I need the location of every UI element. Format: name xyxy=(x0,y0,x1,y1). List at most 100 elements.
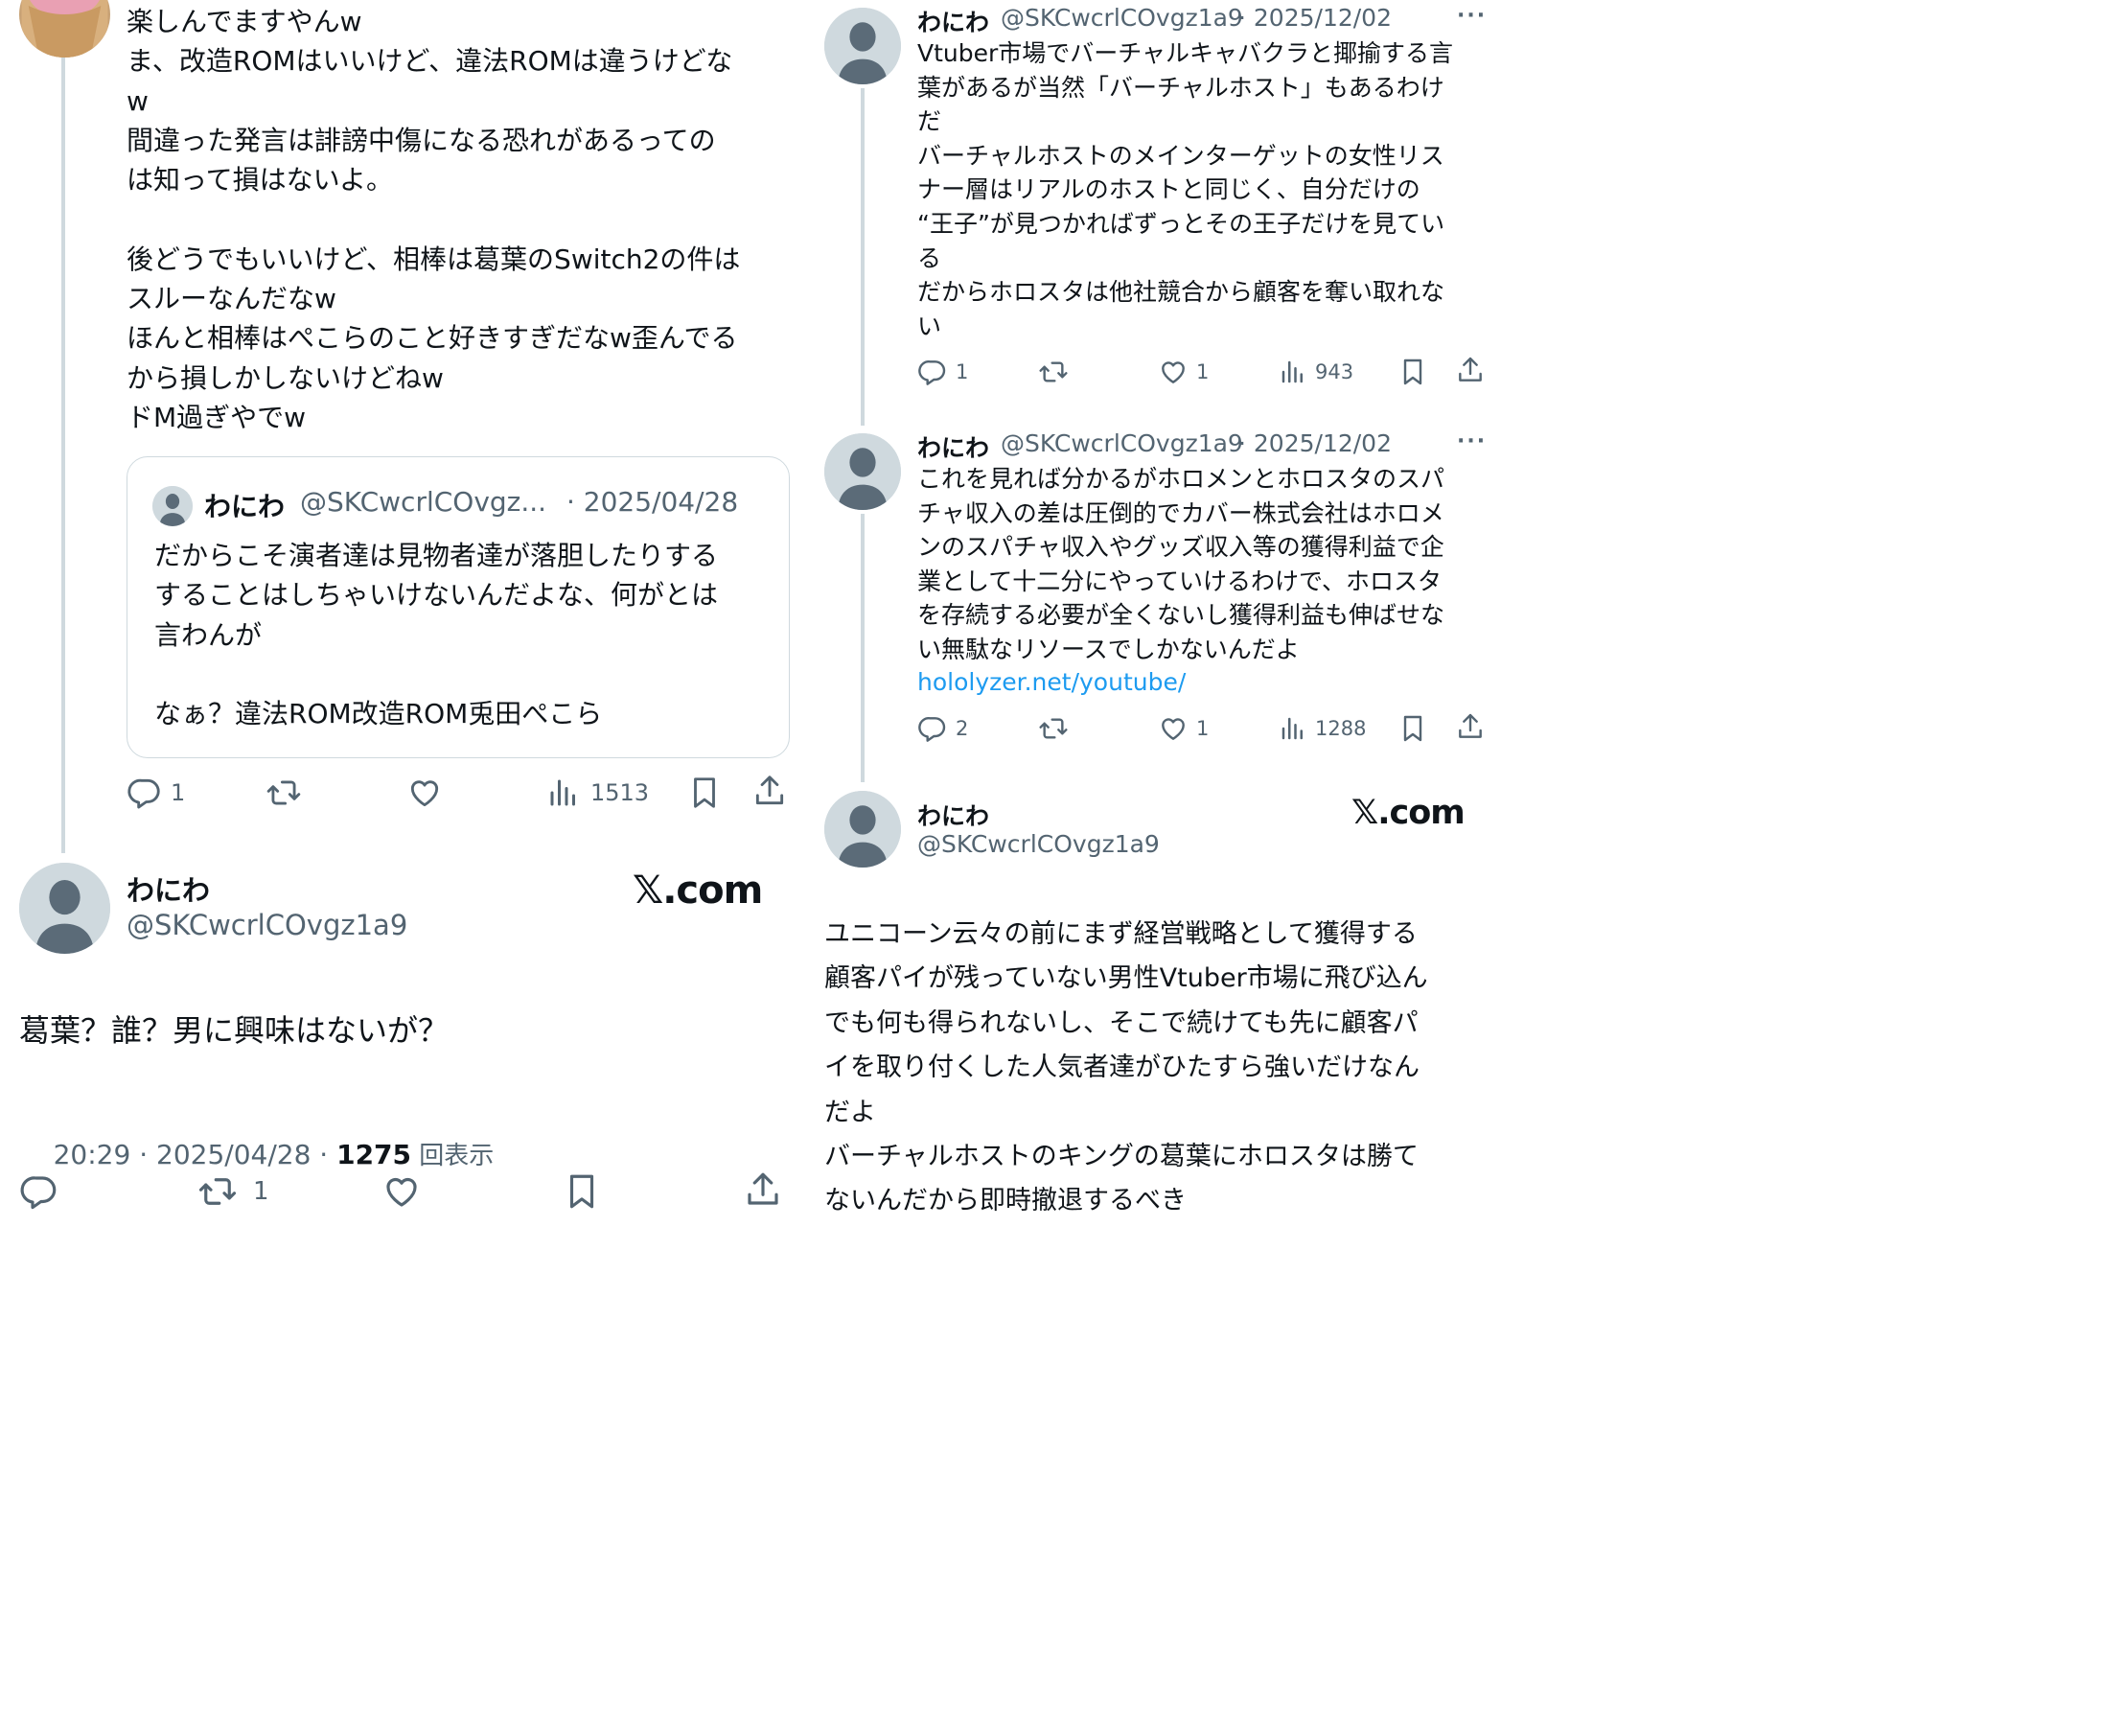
post1-date: · 2025/12/02 xyxy=(1238,4,1392,32)
views-count: 1513 xyxy=(590,779,650,806)
retweet-icon xyxy=(265,775,303,811)
post1-retweet-button[interactable] xyxy=(1037,357,1070,387)
heart-icon xyxy=(1158,713,1189,744)
post2-author-handle: @SKCwcrlCOvgz1a9 xyxy=(1001,429,1243,457)
share-icon xyxy=(1455,711,1486,742)
quote-author-handle: @SKCwcrlCOvgz... xyxy=(300,486,547,518)
post2-bookmark-button[interactable] xyxy=(1397,713,1428,744)
default-profile-icon xyxy=(152,486,193,526)
bookmark-icon xyxy=(562,1171,602,1212)
reply-author-avatar[interactable] xyxy=(19,0,110,58)
share-icon xyxy=(751,773,788,809)
retweet-count: 1 xyxy=(253,1177,269,1206)
bookmark-button[interactable] xyxy=(686,775,723,811)
post1-more-button[interactable]: ··· xyxy=(1457,4,1487,28)
heart-icon xyxy=(1158,357,1189,387)
post2-link[interactable]: hololyzer.net/youtube/ xyxy=(917,668,1186,696)
main-post-body: 葛葉？誰？男に興味はないが？ xyxy=(19,1012,450,1049)
post2-share-button[interactable] xyxy=(1455,711,1486,742)
bookmark-icon xyxy=(1397,357,1428,387)
post1-avatar[interactable] xyxy=(824,8,901,84)
heart-icon xyxy=(381,1171,422,1212)
reply-icon xyxy=(917,357,948,387)
post2-author-name: わにわ xyxy=(917,434,990,462)
bookmark-icon xyxy=(686,775,723,811)
view-label: 回表示 xyxy=(411,1142,495,1170)
main-author-avatar[interactable] xyxy=(19,863,110,954)
analytics-icon xyxy=(1279,713,1307,744)
x-brand-logo: 𝕏.com xyxy=(633,868,763,913)
main-retweet-button[interactable]: 1 xyxy=(196,1171,269,1212)
reply-count: 1 xyxy=(171,779,186,806)
retweet-icon xyxy=(196,1171,240,1212)
right-panel: わにわ @SKCwcrlCOvgz1a9 · 2025/12/02 ··· Vt… xyxy=(807,0,1502,1240)
thread-line xyxy=(61,58,65,853)
default-profile-icon xyxy=(824,8,901,84)
quoted-post-card[interactable]: わにわ @SKCwcrlCOvgz... · 2025/04/28 だからこそ演… xyxy=(127,456,790,758)
right-main-author-handle: @SKCwcrlCOvgz1a9 xyxy=(917,830,1160,858)
post2-reply-count: 2 xyxy=(956,717,969,740)
reply-button[interactable]: 1 xyxy=(127,775,185,811)
post1-author-handle: @SKCwcrlCOvgz1a9 xyxy=(1001,4,1243,32)
post1-reply-count: 1 xyxy=(956,360,969,383)
post1-like-count: 1 xyxy=(1196,360,1210,383)
retweet-icon xyxy=(1037,713,1070,744)
heart-icon xyxy=(406,775,443,811)
post1-bookmark-button[interactable] xyxy=(1397,357,1428,387)
post2-retweet-button[interactable] xyxy=(1037,713,1070,744)
thread-line xyxy=(861,88,865,426)
post2-reply-button[interactable]: 2 xyxy=(917,713,968,744)
right-main-body: ユニコーン云々の前にまず経営戦略として獲得する 顧客パイが残っていない男性Vtu… xyxy=(824,919,1428,1216)
share-icon xyxy=(743,1169,783,1210)
thread-line xyxy=(861,514,865,782)
quote-author-name: わにわ xyxy=(204,491,286,522)
like-button[interactable] xyxy=(406,775,443,811)
share-icon xyxy=(1455,355,1486,385)
post2-like-count: 1 xyxy=(1196,717,1210,740)
main-like-button[interactable] xyxy=(381,1171,422,1212)
reply-icon xyxy=(127,775,163,811)
view-count: 1275 xyxy=(336,1139,412,1170)
post2-body: これを見れば分かるがホロメンとホロスタのスパ チャ収入の差は圧倒的でカバー株式会… xyxy=(917,465,1445,663)
main-author-handle: @SKCwcrlCOvgz1a9 xyxy=(127,909,408,941)
default-profile-icon xyxy=(824,433,901,510)
main-author-name: わにわ xyxy=(127,874,211,907)
main-reply-button[interactable] xyxy=(19,1171,59,1212)
reply-icon xyxy=(19,1171,59,1212)
right-main-avatar[interactable] xyxy=(824,791,901,868)
post1-share-button[interactable] xyxy=(1455,355,1486,385)
retweet-icon xyxy=(1037,357,1070,387)
main-bookmark-button[interactable] xyxy=(562,1171,602,1212)
post2-views-count: 1288 xyxy=(1315,717,1367,740)
post1-author-name: わにわ xyxy=(917,9,990,36)
reply-body: 楽しんでますやんw ま、改造ROMはいいけど、違法ROMは違うけどな w 間違っ… xyxy=(127,6,741,433)
post-timestamp: 20:29 · 2025/04/28 · xyxy=(53,1139,337,1170)
quote-date: · 2025/04/28 xyxy=(566,486,739,518)
post2-date: · 2025/12/02 xyxy=(1238,429,1392,457)
default-profile-icon xyxy=(824,791,901,868)
left-panel: 楽しんでますやんw ま、改造ROMはいいけど、違法ROMは違うけどな w 間違っ… xyxy=(0,0,803,1240)
analytics-icon xyxy=(546,775,581,811)
analytics-icon xyxy=(1279,357,1307,387)
default-profile-icon xyxy=(19,863,110,954)
post1-views-button[interactable]: 943 xyxy=(1279,357,1353,387)
right-main-author-name: わにわ xyxy=(917,802,990,830)
share-button[interactable] xyxy=(751,773,788,809)
quote-avatar xyxy=(152,486,193,526)
post1-like-button[interactable]: 1 xyxy=(1158,357,1209,387)
post2-more-button[interactable]: ··· xyxy=(1457,429,1487,453)
bookmark-icon xyxy=(1397,713,1428,744)
post2-like-button[interactable]: 1 xyxy=(1158,713,1209,744)
post1-body: Vtuber市場でバーチャルキャバクラと揶揄する言 葉があるが当然「バーチャルホ… xyxy=(917,39,1454,340)
reply-icon xyxy=(917,713,948,744)
post1-reply-button[interactable]: 1 xyxy=(917,357,968,387)
views-button[interactable]: 1513 xyxy=(546,775,649,811)
x-brand-logo: 𝕏.com xyxy=(1351,794,1466,832)
post2-views-button[interactable]: 1288 xyxy=(1279,713,1366,744)
retweet-button[interactable] xyxy=(265,775,303,811)
ice-cream-avatar-icon xyxy=(21,0,108,58)
post1-views-count: 943 xyxy=(1315,360,1354,383)
main-share-button[interactable] xyxy=(743,1169,783,1210)
post2-avatar[interactable] xyxy=(824,433,901,510)
quote-body: だからこそ演者達は見物者達が落胆したりする することはしちゃいけないんだよな、何… xyxy=(154,540,719,730)
